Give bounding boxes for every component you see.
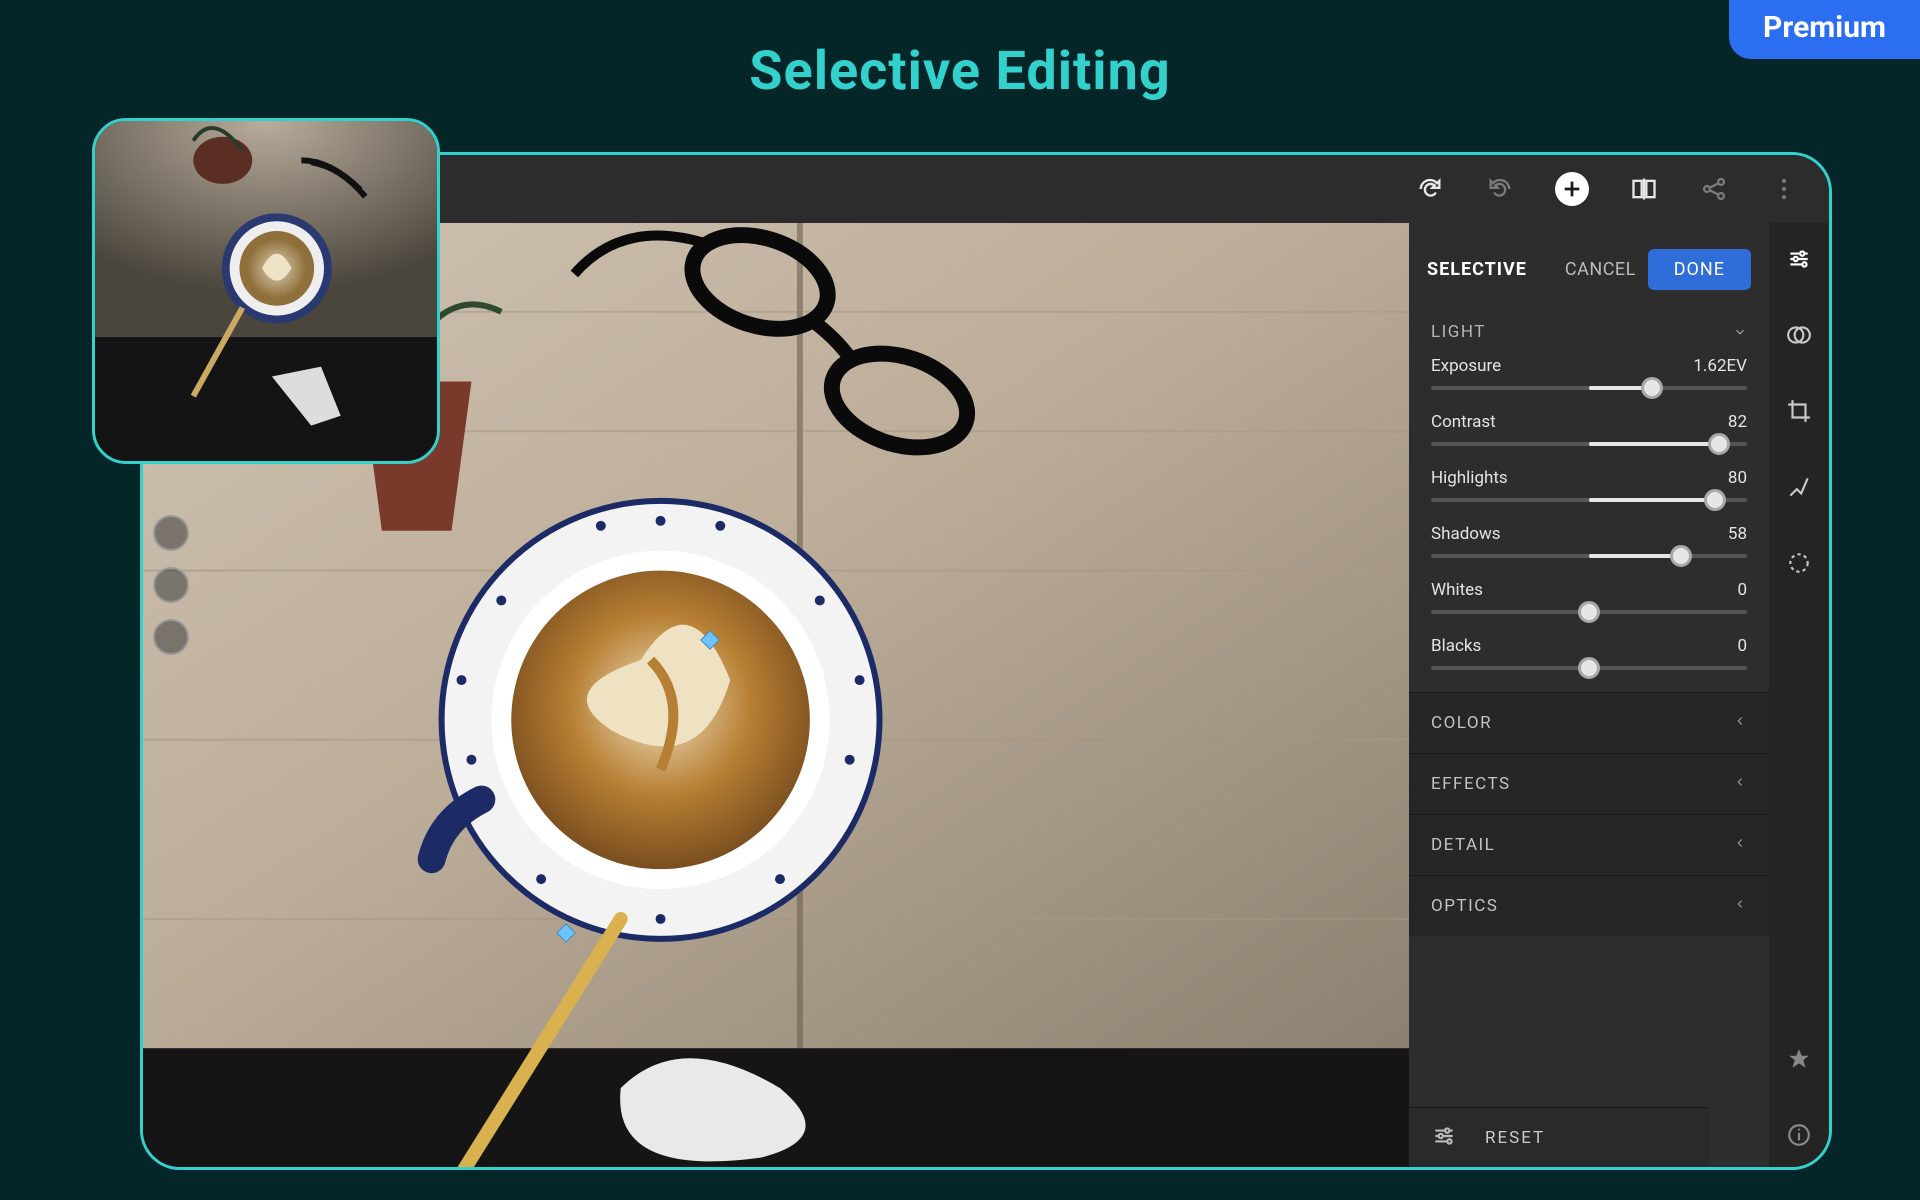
selective-mode-label: SELECTIVE [1427,259,1527,280]
slider-row: Highlights 80 [1431,468,1747,502]
collapsed-section[interactable]: COLOR [1409,692,1769,753]
slider-thumb[interactable] [1578,601,1600,623]
section-label: OPTICS [1431,896,1498,916]
star-icon[interactable] [1785,1045,1813,1073]
sliders-group: Exposure 1.62EV Contrast 82 Highlights 80 Shad… [1409,352,1769,670]
slider-label: Blacks [1431,636,1481,656]
chevron-down-icon [1733,325,1747,339]
right-tool-rail [1769,223,1829,1167]
slider-track[interactable] [1431,610,1747,614]
slider-row: Whites 0 [1431,580,1747,614]
collapsed-section[interactable]: DETAIL [1409,814,1769,875]
compare-icon[interactable] [1629,174,1659,204]
slider-value: 0 [1737,580,1747,600]
redo-icon[interactable] [1415,174,1445,204]
cancel-button[interactable]: CANCEL [1565,259,1636,280]
slider-value: 82 [1728,412,1747,432]
chevron-left-icon [1733,774,1747,794]
masking-tool-icon[interactable] [1785,321,1813,349]
slider-row: Blacks 0 [1431,636,1747,670]
page-title: Selective Editing [0,0,1920,103]
menu-icon[interactable] [1769,174,1799,204]
slider-track[interactable] [1431,498,1747,502]
slider-value: 58 [1728,524,1747,544]
slider-thumb[interactable] [1670,545,1692,567]
slider-track[interactable] [1431,442,1747,446]
section-label: EFFECTS [1431,774,1511,794]
slider-track[interactable] [1431,554,1747,558]
before-image [95,121,437,461]
info-icon[interactable] [1785,1121,1813,1149]
share-icon[interactable] [1699,174,1729,204]
before-thumbnail [92,118,440,464]
section-label: COLOR [1431,713,1492,733]
healing-tool-icon[interactable] [1785,473,1813,501]
mode-row: SELECTIVE CANCEL DONE [1409,223,1769,312]
chevron-left-icon [1733,713,1747,733]
reset-button[interactable]: RESET [1485,1128,1545,1148]
slider-label: Highlights [1431,468,1508,488]
slider-value: 1.62EV [1693,356,1747,376]
light-section-header[interactable]: LIGHT [1409,312,1769,352]
slider-row: Shadows 58 [1431,524,1747,558]
slider-thumb[interactable] [1708,433,1730,455]
crop-tool-icon[interactable] [1785,397,1813,425]
light-label: LIGHT [1431,322,1486,342]
slider-track[interactable] [1431,386,1747,390]
slider-label: Shadows [1431,524,1501,544]
add-button[interactable] [1555,172,1589,206]
undo-icon[interactable] [1485,174,1515,204]
slider-track[interactable] [1431,666,1747,670]
sliders-tool-icon[interactable] [1785,245,1813,273]
slider-value: 80 [1728,468,1747,488]
slider-thumb[interactable] [1704,489,1726,511]
slider-row: Contrast 82 [1431,412,1747,446]
slider-label: Exposure [1431,356,1501,376]
collapsed-section[interactable]: OPTICS [1409,875,1769,936]
adjust-sliders-icon[interactable] [1431,1123,1457,1153]
slider-thumb[interactable] [1578,657,1600,679]
collapsed-section[interactable]: EFFECTS [1409,753,1769,814]
slider-row: Exposure 1.62EV [1431,356,1747,390]
slider-label: Whites [1431,580,1483,600]
done-button[interactable]: DONE [1648,249,1751,290]
panel-bottom-strip: RESET [1409,1107,1709,1167]
premium-pill[interactable]: Premium [1729,0,1920,59]
chevron-left-icon [1733,835,1747,855]
slider-thumb[interactable] [1641,377,1663,399]
radial-tool-icon[interactable] [1785,549,1813,577]
chevron-left-icon [1733,896,1747,916]
slider-label: Contrast [1431,412,1496,432]
slider-value: 0 [1737,636,1747,656]
section-label: DETAIL [1431,835,1495,855]
edit-panel: SELECTIVE CANCEL DONE LIGHT Exposure 1.62… [1409,223,1829,1167]
